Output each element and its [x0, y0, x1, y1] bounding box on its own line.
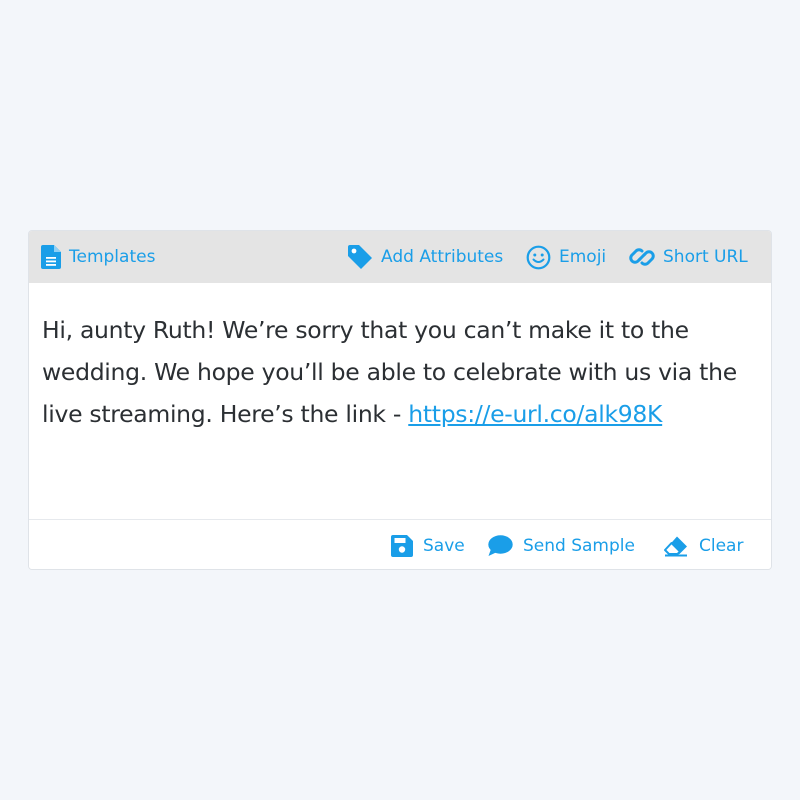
clear-button[interactable]: Clear	[663, 520, 744, 569]
save-label: Save	[423, 536, 465, 556]
templates-button[interactable]: Templates	[41, 231, 155, 283]
editor-toolbar: Templates Add Attributes Emoji Short URL	[29, 231, 771, 283]
message-textarea[interactable]: Hi, aunty Ruth! We’re sorry that you can…	[42, 309, 742, 435]
message-link[interactable]: https://e-url.co/alk98K	[408, 400, 662, 428]
templates-label: Templates	[69, 247, 156, 267]
emoji-button[interactable]: Emoji	[526, 231, 606, 283]
send-sample-label: Send Sample	[523, 536, 635, 556]
message-editor: Templates Add Attributes Emoji Short URL…	[28, 230, 772, 570]
clear-label: Clear	[699, 536, 744, 556]
eraser-icon	[663, 535, 689, 557]
floppy-disk-icon	[391, 535, 413, 557]
document-icon	[41, 245, 61, 269]
chat-bubble-icon	[487, 535, 513, 557]
smiley-icon	[526, 245, 551, 270]
save-button[interactable]: Save	[391, 520, 465, 569]
editor-footer: Save Send Sample Clear	[29, 519, 771, 569]
short-url-label: Short URL	[663, 247, 748, 267]
short-url-button[interactable]: Short URL	[629, 231, 748, 283]
add-attributes-button[interactable]: Add Attributes	[347, 231, 503, 283]
tag-icon	[347, 244, 373, 270]
add-attributes-label: Add Attributes	[381, 247, 504, 267]
link-icon	[629, 244, 655, 270]
send-sample-button[interactable]: Send Sample	[487, 520, 635, 569]
emoji-label: Emoji	[559, 247, 607, 267]
